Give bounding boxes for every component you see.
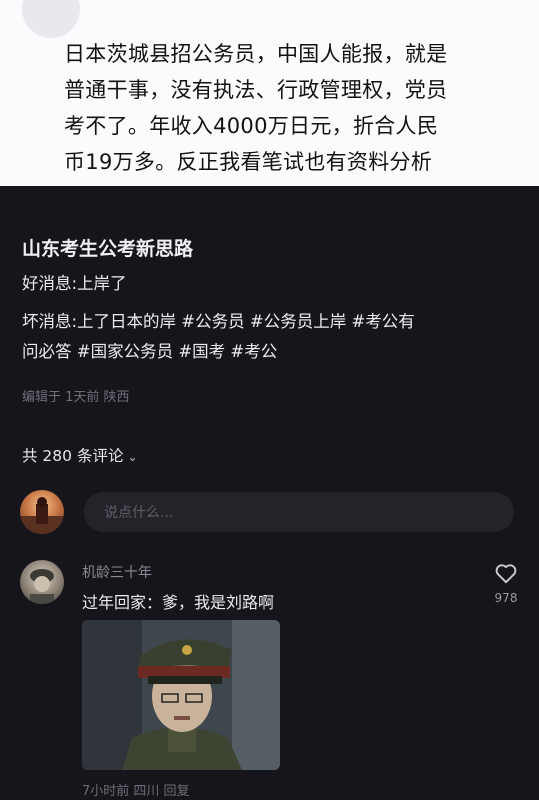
article-title: 山东考生公考新思路 — [22, 238, 194, 260]
comment-count-toggle[interactable]: 共 280 条评论 ⌄ — [22, 444, 138, 466]
avatar-art-icon — [20, 497, 64, 534]
avatar[interactable] — [22, 0, 80, 38]
post-text-card: 日本茨城县招公务员，中国人能报，就是 普通干事，没有执法、行政管理权，党员 考不… — [0, 0, 539, 186]
comment-text: 过年回家：爹，我是刘路啊 — [82, 593, 275, 612]
post-line: 币19万多。反正我看笔试也有资料分析 — [64, 150, 433, 174]
bad-news-text-cont: 问必答 #国家公务员 #国考 #考公 — [22, 342, 278, 361]
comment-input-placeholder: 说点什么... — [104, 505, 174, 521]
my-avatar — [20, 490, 64, 534]
post-text: 日本茨城县招公务员，中国人能报，就是 普通干事，没有执法、行政管理权，党员 考不… — [64, 36, 526, 180]
comment-count-label: 共 280 条评论 — [22, 447, 124, 465]
comment-meta: 7小时前 四川 回复 — [82, 784, 190, 799]
chevron-down-icon: ⌄ — [127, 450, 138, 464]
comment-image[interactable] — [82, 620, 280, 770]
officer-photo-icon — [82, 620, 280, 770]
heart-icon[interactable] — [493, 560, 519, 586]
like-count: 978 — [494, 591, 518, 605]
comment-username[interactable]: 机龄三十年 — [82, 562, 152, 582]
post-line: 日本茨城县招公务员，中国人能报，就是 — [64, 42, 448, 66]
good-news-text: 好消息:上岸了 — [22, 274, 127, 293]
commenter-avatar[interactable] — [20, 560, 64, 604]
post-line: 考不了。年收入4000万日元，折合人民 — [64, 114, 439, 138]
bad-news-text: 坏消息:上了日本的岸 #公务员 #公务员上岸 #考公有 — [22, 312, 415, 331]
comment-input[interactable]: 说点什么... — [84, 492, 514, 532]
article-meta: 编辑于 1天前 陕西 — [22, 390, 130, 405]
avatar-art-icon — [30, 569, 54, 604]
post-line: 普通干事，没有执法、行政管理权，党员 — [64, 78, 448, 102]
